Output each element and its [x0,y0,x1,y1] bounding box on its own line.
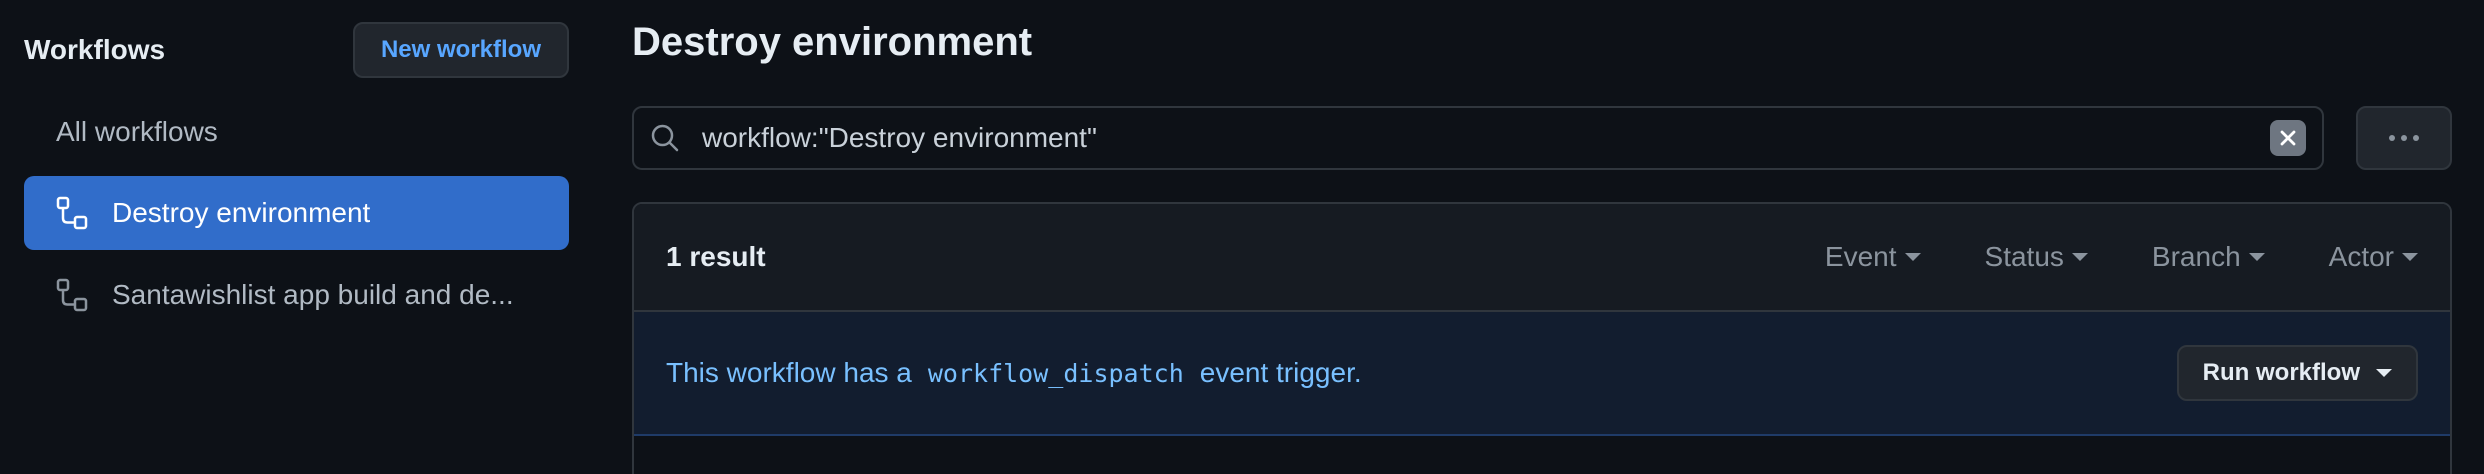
kebab-icon [2389,135,2419,141]
filter-label: Status [1984,241,2064,272]
page-title: Destroy environment [632,20,1033,64]
sidebar-title: Workflows [24,34,166,65]
sidebar-item-label: Santawishlist app build and de... [112,279,514,310]
banner-suffix: event trigger. [1199,357,1362,388]
search-input[interactable]: workflow:"Destroy environment" [632,106,2324,170]
filter-branch[interactable]: Branch [2152,241,2265,273]
results-header: 1 result Event Status Branch Actor [634,204,2450,312]
filter-label: Actor [2328,241,2394,272]
new-workflow-button[interactable]: New workflow [352,22,569,78]
search-query[interactable]: workflow:"Destroy environment" [702,122,2270,154]
results-panel: 1 result Event Status Branch Actor This … [632,202,2452,474]
sidebar-item-label: All workflows [56,116,218,147]
caret-down-icon [2071,253,2088,261]
filter-bar: Event Status Branch Actor [1825,241,2418,273]
caret-down-icon [2402,253,2418,261]
workflows-sidebar: Workflows New workflow All workflows Des… [0,0,592,474]
workflow-main: Destroy environment workflow:"Destroy en… [632,0,2452,474]
caret-down-icon [2376,369,2392,377]
dispatch-banner: This workflow has a workflow_dispatch ev… [634,312,2450,436]
filter-label: Event [1824,241,1897,272]
sidebar-item-santawishlist[interactable]: Santawishlist app build and de... [24,258,569,332]
clear-icon[interactable] [2270,120,2306,156]
caret-down-icon [2248,253,2265,261]
filter-label: Branch [2151,241,2241,272]
workflow-icon [56,196,88,230]
caret-down-icon [1904,253,1921,261]
banner-code: workflow_dispatch [927,358,1184,388]
sidebar-header: Workflows New workflow [24,22,569,78]
sidebar-item-all-workflows[interactable]: All workflows [24,95,569,169]
workflow-icon [56,278,88,312]
run-workflow-label: Run workflow [2202,359,2360,386]
banner-prefix: This workflow has a [666,357,912,388]
results-count: 1 result [666,241,766,272]
sidebar-item-destroy-environment[interactable]: Destroy environment [24,176,569,250]
run-workflow-button[interactable]: Run workflow [2176,345,2418,401]
filter-actor[interactable]: Actor [2329,241,2418,273]
filter-event[interactable]: Event [1825,241,1921,273]
sidebar-item-label: Destroy environment [112,197,371,228]
search-icon [651,124,679,152]
filter-status[interactable]: Status [1985,241,2088,273]
banner-message: This workflow has a workflow_dispatch ev… [666,357,1362,389]
more-options-button[interactable] [2356,106,2452,170]
